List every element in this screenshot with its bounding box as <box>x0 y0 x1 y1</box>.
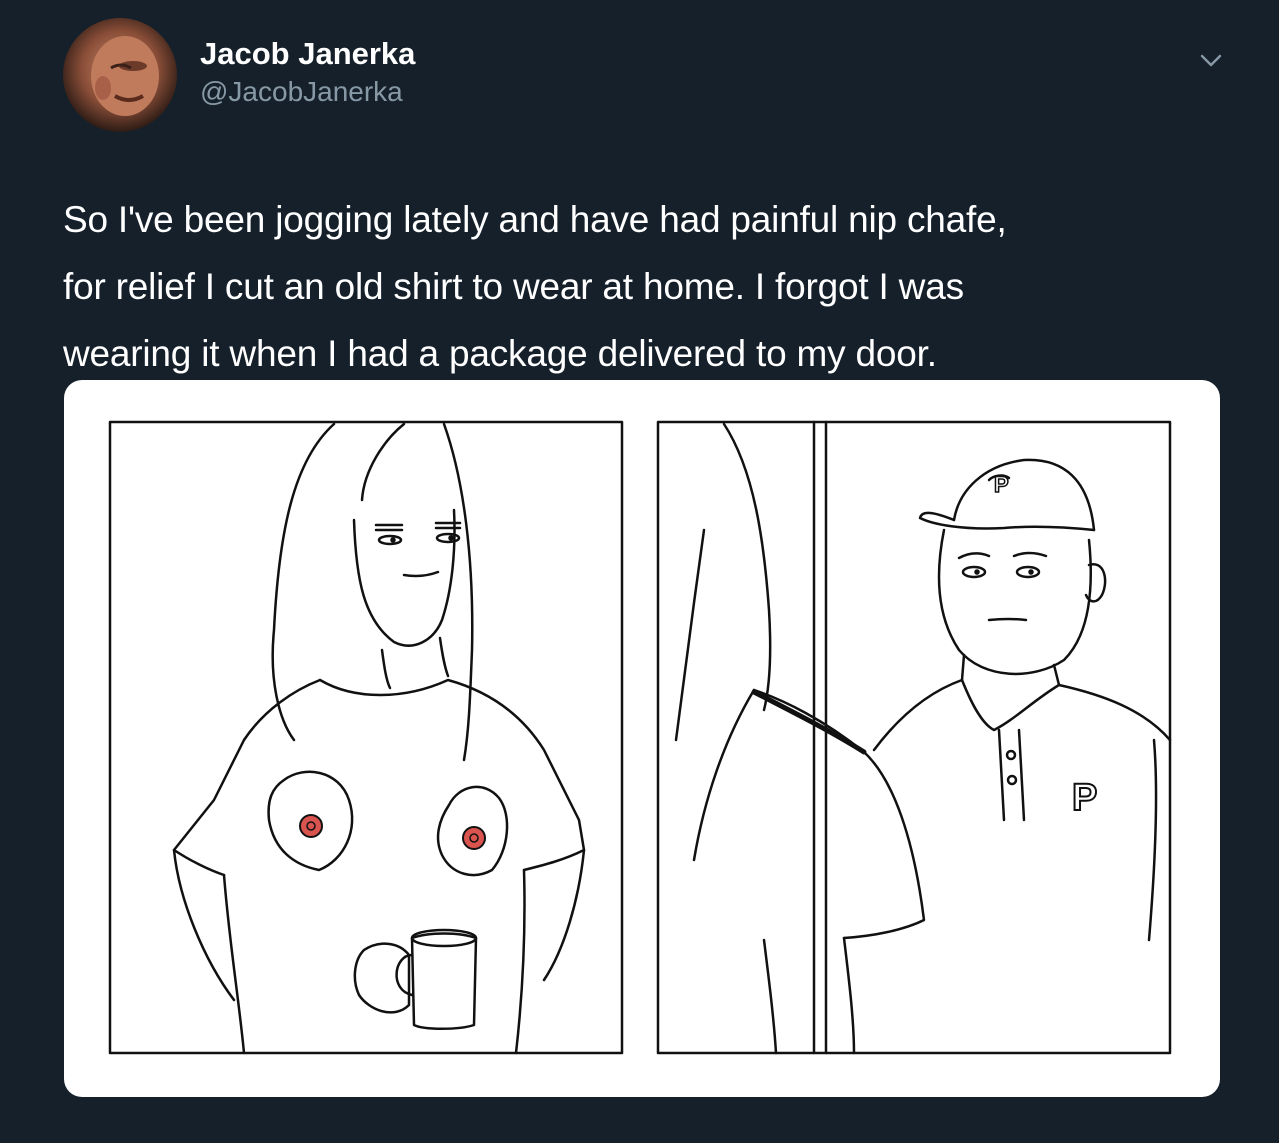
avatar-face-icon <box>91 36 159 116</box>
comic-panel-left <box>108 420 624 1055</box>
cap-logo: P <box>994 472 1009 497</box>
nipple-left <box>299 814 323 838</box>
tweet-text-line: wearing it when I had a package delivere… <box>63 333 937 374</box>
tweet-text: So I've been jogging lately and have had… <box>63 186 1233 387</box>
tweet-text-line: for relief I cut an old shirt to wear at… <box>63 266 964 307</box>
comic-illustration: P P <box>108 420 1172 1055</box>
tweet-text-line: So I've been jogging lately and have had… <box>63 199 1007 240</box>
author-display-name[interactable]: Jacob Janerka <box>200 36 415 72</box>
chevron-down-icon[interactable] <box>1196 46 1226 76</box>
author-avatar[interactable] <box>63 18 177 132</box>
tweet-card: Jacob Janerka @JacobJanerka So I've been… <box>0 0 1279 1143</box>
author-handle[interactable]: @JacobJanerka <box>200 76 403 108</box>
shirt-logo: P <box>1072 777 1097 819</box>
tweet-media-comic[interactable]: P P <box>64 380 1220 1097</box>
nipple-right <box>462 826 486 850</box>
